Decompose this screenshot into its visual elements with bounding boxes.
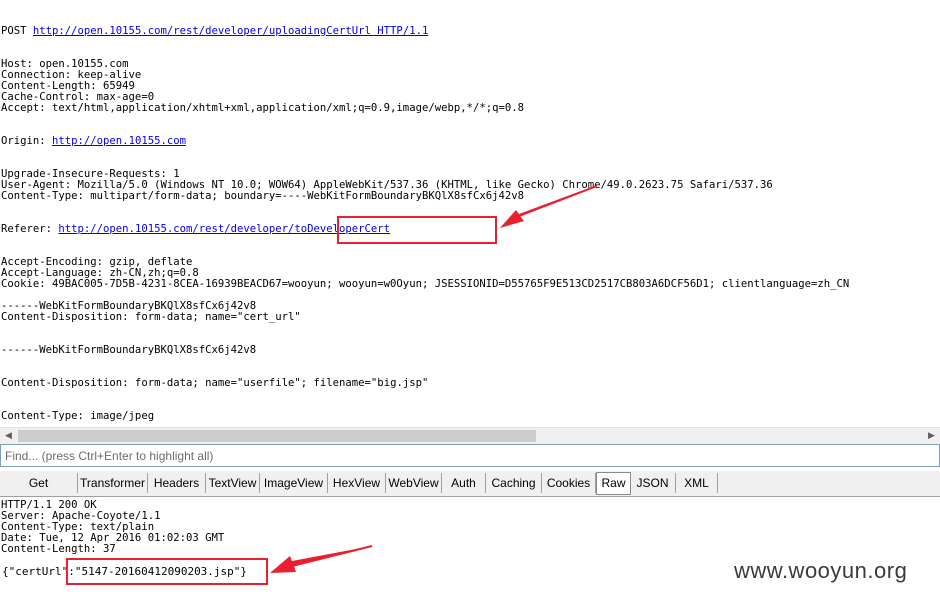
annotation-arrows [270,185,598,573]
watermark: www.wooyun.org [734,558,908,583]
